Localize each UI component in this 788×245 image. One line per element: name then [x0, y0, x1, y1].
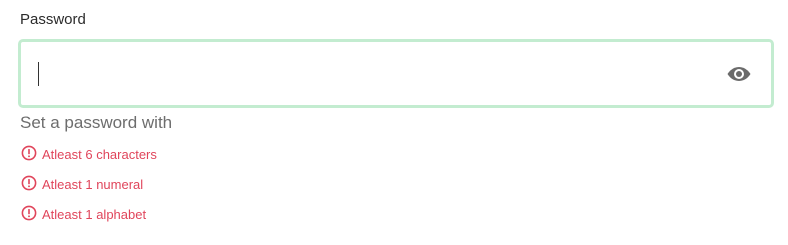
requirement-text: Atleast 1 numeral [42, 176, 144, 192]
password-label: Password [20, 11, 86, 28]
requirement-item: Atleast 1 alphabet [21, 205, 157, 223]
requirement-text: Atleast 6 characters [42, 146, 157, 162]
password-helper-text: Set a password with [20, 113, 173, 132]
requirement-item: Atleast 6 characters [21, 145, 157, 163]
alert-circle-icon [21, 205, 42, 224]
requirement-item: Atleast 1 numeral [21, 175, 157, 193]
password-input[interactable] [35, 42, 715, 105]
alert-circle-icon [21, 175, 42, 194]
alert-circle-icon [21, 145, 42, 164]
password-requirements-list: Atleast 6 characters Atleast 1 numeral A… [21, 145, 157, 235]
password-input-container[interactable] [18, 39, 774, 108]
requirement-text: Atleast 1 alphabet [42, 206, 147, 222]
eye-icon[interactable] [726, 63, 752, 85]
text-caret [38, 62, 39, 86]
